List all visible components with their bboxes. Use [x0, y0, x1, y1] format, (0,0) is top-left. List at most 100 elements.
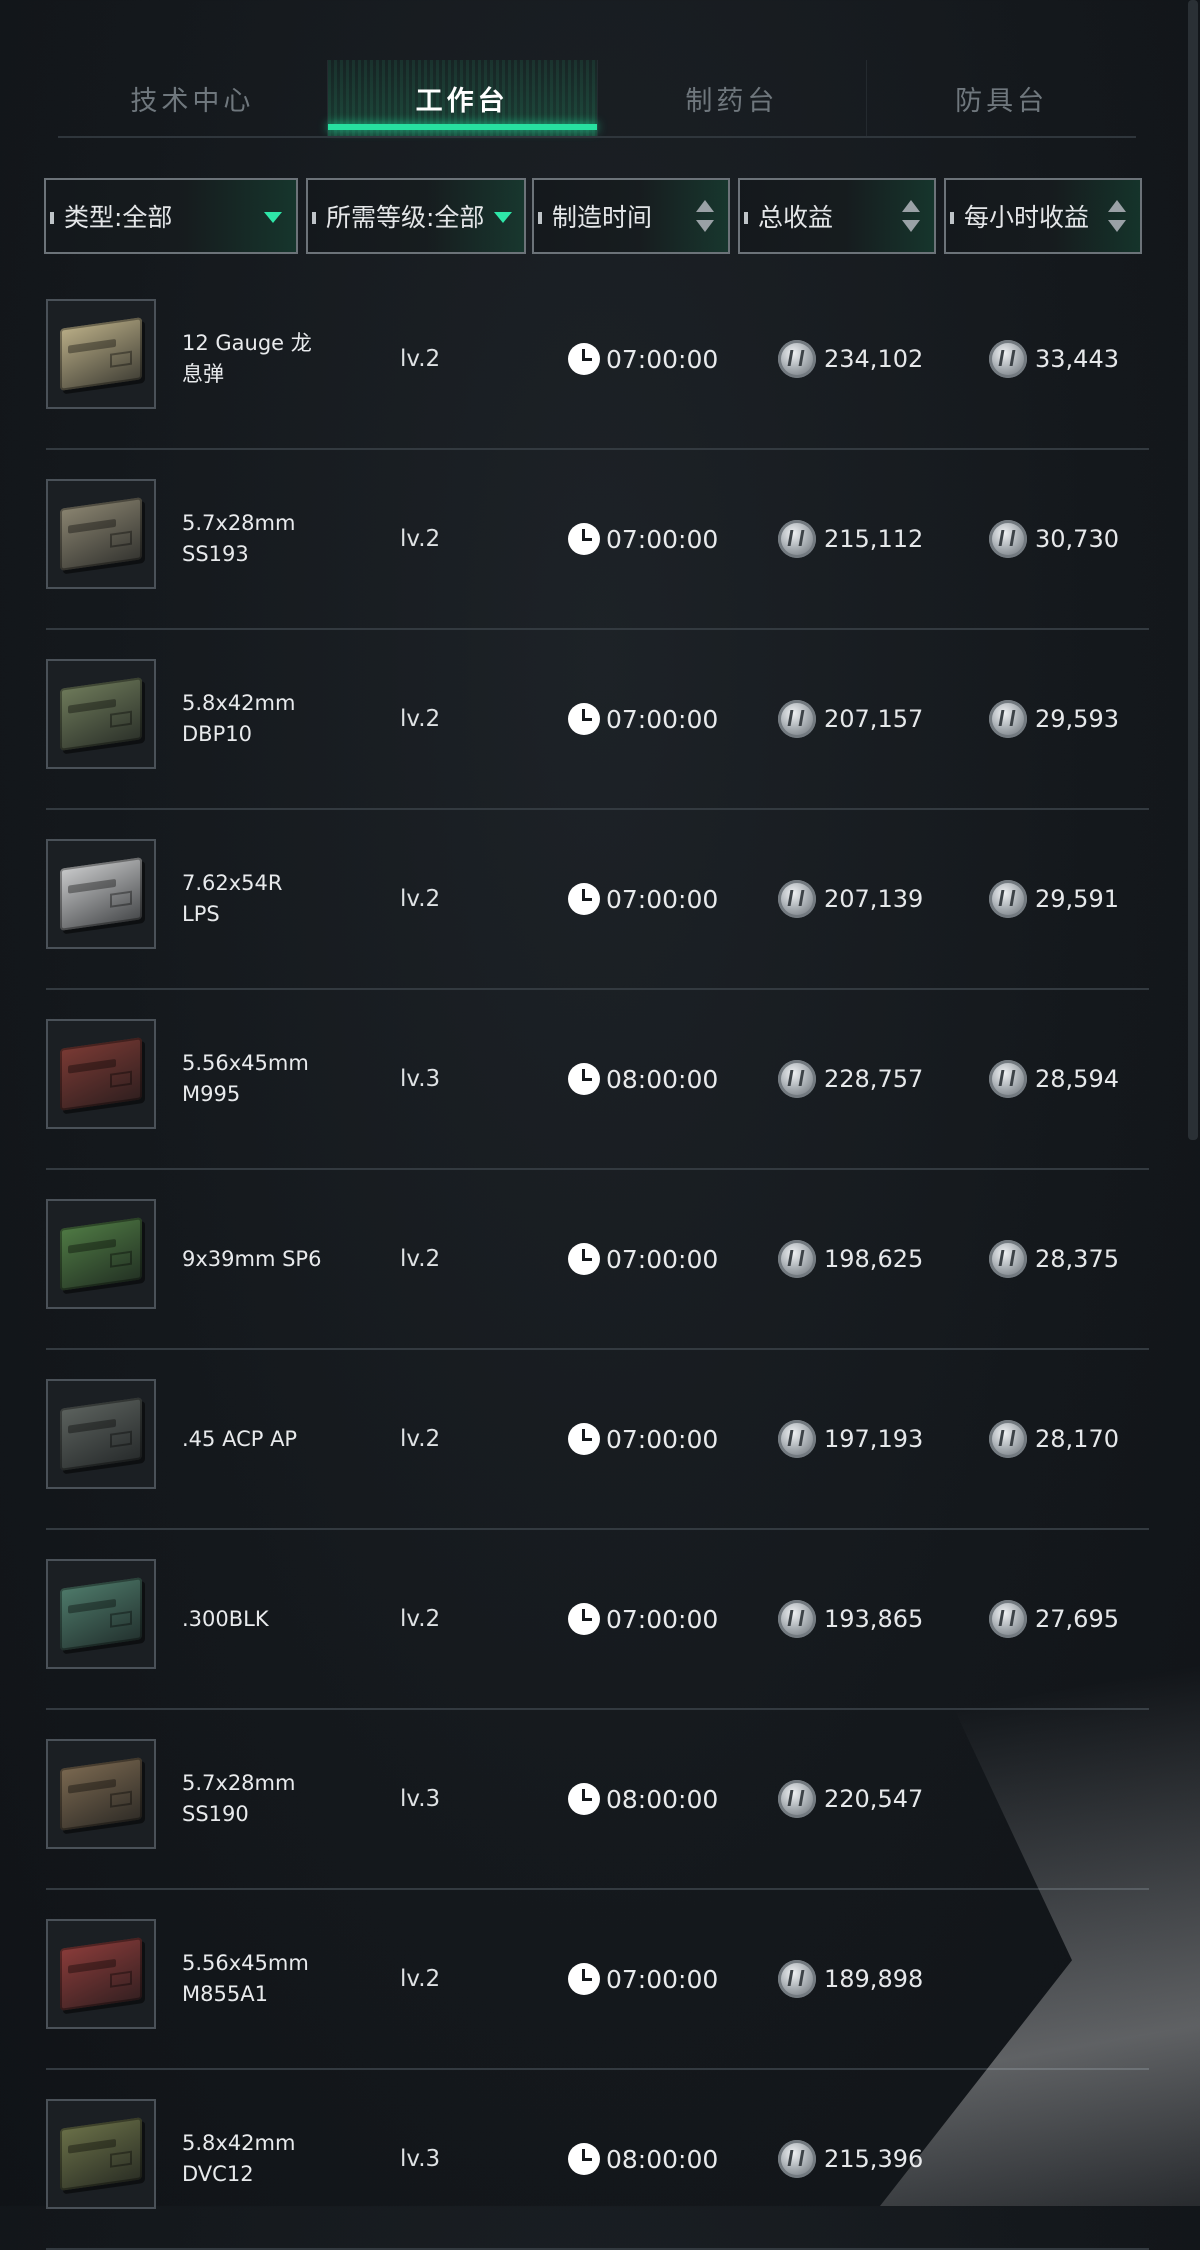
tab-workbench[interactable]: 工作台	[327, 60, 598, 136]
item-name-line2: M995	[182, 1082, 241, 1106]
tab-pharmacy[interactable]: 制药台	[598, 60, 868, 136]
tab-tech-center[interactable]: 技术中心	[58, 60, 328, 136]
list-item[interactable]: .300BLK lv.2 07:00:00 193,865 27,695	[46, 1530, 1149, 1710]
total-profit: 215,396	[778, 2070, 923, 2248]
list-item[interactable]: 9x39mm SP6 lv.2 07:00:00 198,625 28,375	[46, 1170, 1149, 1350]
scrollbar[interactable]	[1188, 0, 1198, 1140]
ammo-box-icon	[60, 1577, 142, 1651]
required-level: lv.2	[400, 706, 441, 732]
list-item[interactable]: 5.7x28mm SS193 lv.2 07:00:00 215,112 30,730	[46, 450, 1149, 630]
required-level: lv.2	[400, 346, 441, 372]
clock-icon	[568, 1783, 600, 1815]
hourly-profit-value: 27,695	[1035, 1605, 1119, 1633]
hourly-profit: 29,593	[989, 630, 1119, 808]
ammo-box-image	[46, 2099, 156, 2209]
hourly-profit-value: 29,591	[1035, 885, 1119, 913]
item-name-line1: .300BLK	[182, 1606, 269, 1631]
hourly-profit: 28,594	[989, 990, 1119, 1168]
tabs-divider	[58, 136, 1136, 138]
list-item[interactable]: 5.8x42mm DBP10 lv.2 07:00:00 207,157 29,593	[46, 630, 1149, 810]
clock-icon	[568, 1243, 600, 1275]
total-profit-value: 189,898	[824, 1965, 924, 1993]
clock-icon	[568, 1963, 600, 1995]
total-profit: 197,193	[778, 1350, 923, 1528]
list-item[interactable]: 7.62x54R LPS lv.2 07:00:00 207,139 29,591	[46, 810, 1149, 990]
item-name: 5.8x42mm DBP10	[182, 630, 352, 808]
ammo-box-image	[46, 1559, 156, 1669]
item-name-line1: 5.7x28mm	[182, 511, 296, 535]
currency-coin-icon	[989, 1060, 1027, 1098]
hourly-profit: 29,591	[989, 810, 1119, 988]
required-level: lv.2	[400, 1966, 441, 1992]
currency-coin-icon	[778, 2140, 816, 2178]
ammo-box-icon	[60, 497, 142, 571]
craft-time: 07:00:00	[568, 1170, 718, 1348]
clock-icon	[568, 883, 600, 915]
item-name-line1: 5.8x42mm	[182, 691, 296, 715]
item-name: .300BLK	[182, 1530, 352, 1708]
currency-coin-icon	[989, 1420, 1027, 1458]
item-name-line1: 5.56x45mm	[182, 1951, 309, 1975]
total-profit: 207,157	[778, 630, 923, 808]
total-profit-sort[interactable]: 总收益	[738, 178, 936, 254]
hourly-profit: 30,730	[989, 450, 1119, 628]
list-item[interactable]: .45 ACP AP lv.2 07:00:00 197,193 28,170	[46, 1350, 1149, 1530]
craft-time: 07:00:00	[568, 450, 718, 628]
craft-time-value: 07:00:00	[606, 524, 719, 554]
chevron-down-icon	[494, 212, 512, 223]
total-profit-value: 198,625	[824, 1245, 924, 1273]
list-item[interactable]: 12 Gauge 龙息弹 lv.2 07:00:00 234,102 33,443	[46, 270, 1149, 450]
ammo-box-icon	[60, 1397, 142, 1471]
item-name-line2: SS190	[182, 1802, 249, 1826]
sort-icon	[1108, 200, 1126, 234]
craft-time-value: 07:00:00	[606, 704, 719, 734]
total-profit: 220,547	[778, 1710, 923, 1888]
item-name: 9x39mm SP6	[182, 1170, 352, 1348]
ammo-box-icon	[60, 1037, 142, 1111]
currency-coin-icon	[989, 1240, 1027, 1278]
clock-icon	[568, 1603, 600, 1635]
ammo-box-icon	[60, 317, 142, 391]
total-profit-value: 220,547	[824, 1785, 924, 1813]
craft-time-value: 08:00:00	[606, 1784, 719, 1814]
required-level: lv.3	[400, 1066, 441, 1092]
total-profit-value: 215,396	[824, 2145, 924, 2173]
item-name-line1: 12 Gauge 龙	[182, 331, 312, 355]
craft-time: 08:00:00	[568, 2070, 718, 2248]
ammo-box-image	[46, 1199, 156, 1309]
craft-time-value: 08:00:00	[606, 1064, 719, 1094]
item-name-line2: DBP10	[182, 722, 252, 746]
crafting-tabs: 技术中心 工作台 制药台 防具台	[58, 60, 1136, 136]
total-profit: 207,139	[778, 810, 923, 988]
hourly-profit-value: 28,375	[1035, 1245, 1119, 1273]
craft-time-sort[interactable]: 制造时间	[532, 178, 730, 254]
tab-armor-bench[interactable]: 防具台	[867, 60, 1136, 136]
item-name-line2: SS193	[182, 542, 249, 566]
item-name-line1: 7.62x54R	[182, 871, 283, 895]
ammo-box-image	[46, 1019, 156, 1129]
item-name: 7.62x54R LPS	[182, 810, 352, 988]
level-filter-dropdown[interactable]: 所需等级:全部	[306, 178, 526, 254]
ammo-box-image	[46, 659, 156, 769]
hourly-profit-label: 每小时收益	[964, 203, 1090, 232]
type-filter-dropdown[interactable]: 类型:全部	[44, 178, 298, 254]
item-name: .45 ACP AP	[182, 1350, 352, 1528]
hourly-profit: 28,375	[989, 1170, 1119, 1348]
item-name-line2: LPS	[182, 902, 220, 926]
type-filter-label: 类型:全部	[64, 203, 173, 232]
item-name-line1: 5.56x45mm	[182, 1051, 309, 1075]
clock-icon	[568, 703, 600, 735]
hourly-profit: 33,443	[989, 270, 1119, 448]
ammo-box-image	[46, 479, 156, 589]
craft-time-value: 07:00:00	[606, 1244, 719, 1274]
hourly-profit-value: 33,443	[1035, 345, 1119, 373]
sort-icon	[696, 200, 714, 234]
item-name-line1: 9x39mm SP6	[182, 1246, 322, 1271]
currency-coin-icon	[989, 340, 1027, 378]
ammo-box-icon	[60, 1937, 142, 2011]
list-item[interactable]: 5.56x45mm M855A1 lv.2 07:00:00 189,898	[46, 1890, 1149, 2070]
total-profit: 193,865	[778, 1530, 923, 1708]
hourly-profit-sort[interactable]: 每小时收益	[944, 178, 1142, 254]
list-item[interactable]: 5.56x45mm M995 lv.3 08:00:00 228,757 28,594	[46, 990, 1149, 1170]
item-name-line1: .45 ACP AP	[182, 1426, 298, 1451]
